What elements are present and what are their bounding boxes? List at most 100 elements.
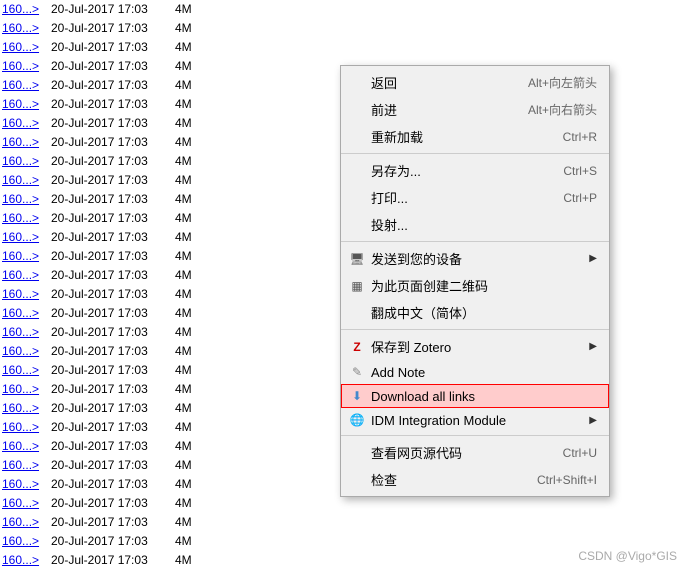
file-size: 4M [175,418,192,437]
file-link[interactable]: 160...> [2,57,47,76]
file-link[interactable]: 160...> [2,114,47,133]
menu-label-forward: 前进 [371,100,528,119]
menu-item-save-as[interactable]: 另存为...Ctrl+S [341,157,609,184]
file-link[interactable]: 160...> [2,95,47,114]
file-row: 160...>20-Jul-2017 17:034M [0,95,340,114]
file-date: 20-Jul-2017 17:03 [51,285,171,304]
file-row: 160...>20-Jul-2017 17:034M [0,551,340,570]
file-link[interactable]: 160...> [2,551,47,570]
file-size: 4M [175,152,192,171]
file-row: 160...>20-Jul-2017 17:034M [0,323,340,342]
menu-separator [341,329,609,330]
menu-item-send-to-device[interactable]: 🖥发送到您的设备▶ [341,245,609,272]
menu-item-inspect[interactable]: 检查Ctrl+Shift+I [341,466,609,493]
file-link[interactable]: 160...> [2,152,47,171]
file-link[interactable]: 160...> [2,418,47,437]
file-date: 20-Jul-2017 17:03 [51,551,171,570]
file-date: 20-Jul-2017 17:03 [51,152,171,171]
menu-label-reload: 重新加载 [371,127,563,146]
file-row: 160...>20-Jul-2017 17:034M [0,0,340,19]
menu-item-zotero[interactable]: Z保存到 Zotero▶ [341,333,609,360]
file-link[interactable]: 160...> [2,171,47,190]
file-size: 4M [175,95,192,114]
file-date: 20-Jul-2017 17:03 [51,323,171,342]
file-link[interactable]: 160...> [2,76,47,95]
menu-item-reload[interactable]: 重新加载Ctrl+R [341,123,609,150]
menu-label-create-qr: 为此页面创建二维码 [371,276,597,295]
file-link[interactable]: 160...> [2,456,47,475]
file-row: 160...>20-Jul-2017 17:034M [0,513,340,532]
file-link[interactable]: 160...> [2,399,47,418]
file-link[interactable]: 160...> [2,513,47,532]
file-row: 160...>20-Jul-2017 17:034M [0,152,340,171]
file-link[interactable]: 160...> [2,0,47,19]
file-row: 160...>20-Jul-2017 17:034M [0,228,340,247]
menu-item-back[interactable]: 返回Alt+向左箭头 [341,69,609,96]
menu-item-cast[interactable]: 投射... [341,211,609,238]
menu-separator [341,435,609,436]
file-list: 160...>20-Jul-2017 17:034M160...>20-Jul-… [0,0,340,573]
file-link[interactable]: 160...> [2,209,47,228]
file-row: 160...>20-Jul-2017 17:034M [0,247,340,266]
download-all-links-icon: ⬇ [349,388,365,404]
file-row: 160...>20-Jul-2017 17:034M [0,456,340,475]
menu-label-zotero: 保存到 Zotero [371,337,589,356]
file-link[interactable]: 160...> [2,190,47,209]
send-to-device-icon: 🖥 [349,251,365,267]
file-size: 4M [175,19,192,38]
file-link[interactable]: 160...> [2,38,47,57]
file-size: 4M [175,399,192,418]
file-date: 20-Jul-2017 17:03 [51,0,171,19]
menu-item-add-note[interactable]: ✎Add Note [341,360,609,384]
file-date: 20-Jul-2017 17:03 [51,494,171,513]
file-date: 20-Jul-2017 17:03 [51,57,171,76]
file-link[interactable]: 160...> [2,228,47,247]
file-link[interactable]: 160...> [2,494,47,513]
menu-item-download-all-links[interactable]: ⬇Download all links [341,384,609,408]
file-link[interactable]: 160...> [2,342,47,361]
file-link[interactable]: 160...> [2,380,47,399]
file-link[interactable]: 160...> [2,437,47,456]
file-link[interactable]: 160...> [2,133,47,152]
file-row: 160...>20-Jul-2017 17:034M [0,342,340,361]
file-row: 160...>20-Jul-2017 17:034M [0,171,340,190]
file-row: 160...>20-Jul-2017 17:034M [0,361,340,380]
menu-item-forward[interactable]: 前进Alt+向右箭头 [341,96,609,123]
file-size: 4M [175,475,192,494]
file-link[interactable]: 160...> [2,361,47,380]
file-size: 4M [175,361,192,380]
file-size: 4M [175,171,192,190]
file-date: 20-Jul-2017 17:03 [51,95,171,114]
file-size: 4M [175,304,192,323]
file-date: 20-Jul-2017 17:03 [51,133,171,152]
file-date: 20-Jul-2017 17:03 [51,532,171,551]
menu-item-print[interactable]: 打印...Ctrl+P [341,184,609,211]
file-size: 4M [175,0,192,19]
file-size: 4M [175,551,192,570]
menu-item-create-qr[interactable]: ▦为此页面创建二维码 [341,272,609,299]
file-link[interactable]: 160...> [2,304,47,323]
file-link[interactable]: 160...> [2,532,47,551]
menu-item-translate[interactable]: 翻成中文（简体） [341,299,609,326]
file-date: 20-Jul-2017 17:03 [51,114,171,133]
file-link[interactable]: 160...> [2,475,47,494]
file-link[interactable]: 160...> [2,19,47,38]
file-date: 20-Jul-2017 17:03 [51,418,171,437]
add-note-icon: ✎ [349,364,365,380]
file-link[interactable]: 160...> [2,247,47,266]
file-link[interactable]: 160...> [2,285,47,304]
file-size: 4M [175,38,192,57]
file-row: 160...>20-Jul-2017 17:034M [0,209,340,228]
file-link[interactable]: 160...> [2,323,47,342]
menu-separator [341,153,609,154]
file-size: 4M [175,76,192,95]
file-date: 20-Jul-2017 17:03 [51,304,171,323]
menu-item-view-source[interactable]: 查看网页源代码Ctrl+U [341,439,609,466]
file-date: 20-Jul-2017 17:03 [51,475,171,494]
file-size: 4M [175,209,192,228]
file-link[interactable]: 160...> [2,266,47,285]
file-date: 20-Jul-2017 17:03 [51,399,171,418]
menu-item-idm[interactable]: 🌐IDM Integration Module▶ [341,408,609,432]
menu-shortcut-forward: Alt+向右箭头 [528,101,597,118]
file-size: 4M [175,456,192,475]
